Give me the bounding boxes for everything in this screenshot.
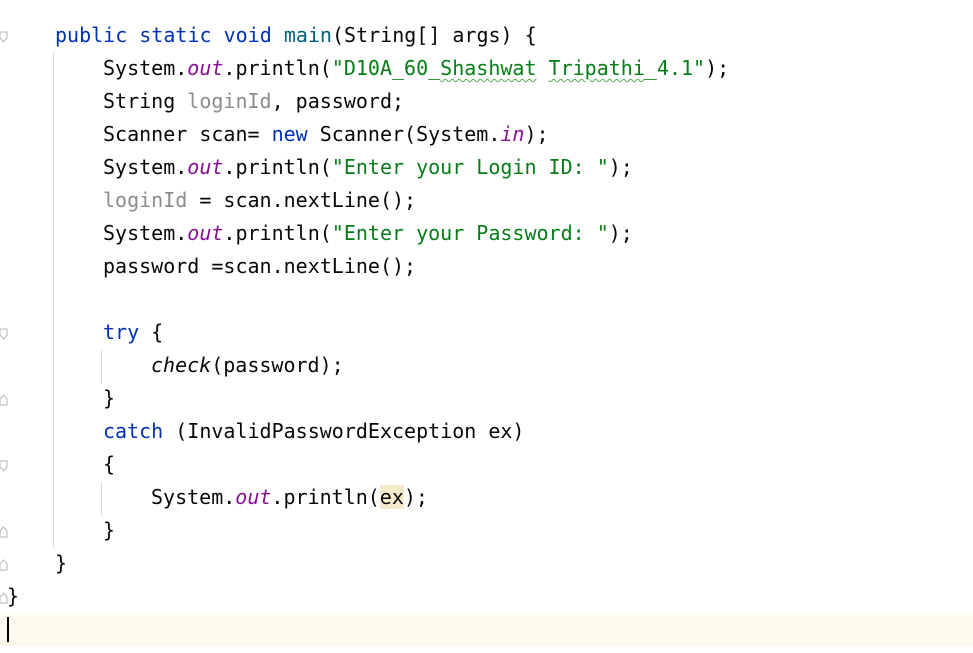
code-token: Scanner(System.	[307, 122, 501, 146]
code-line[interactable]: catch (InvalidPasswordException ex)	[103, 415, 524, 448]
keyword-token: static	[139, 23, 212, 47]
indent-guide	[101, 482, 102, 516]
unused-variable-token: loginId	[187, 89, 272, 113]
code-line[interactable]: }	[103, 514, 115, 547]
code-line[interactable]: public static void main(String[] args) {	[55, 19, 537, 52]
code-token: .println(	[223, 155, 332, 179]
code-token: );	[608, 155, 633, 179]
code-token: }	[55, 551, 68, 575]
code-token: (InvalidPasswordException ex)	[163, 419, 525, 443]
static-field-token: out	[187, 221, 224, 245]
string-token: "D10A_60_	[331, 56, 441, 80]
code-line[interactable]: System.out.println(ex);	[151, 481, 428, 514]
string-token: "Enter your Password: "	[331, 221, 609, 245]
fold-open-icon[interactable]	[0, 328, 8, 340]
code-token: );	[705, 56, 730, 80]
code-editor[interactable]: public static void main(String[] args) {…	[0, 0, 973, 653]
code-token: );	[608, 221, 633, 245]
static-field-token: out	[235, 485, 272, 509]
fold-open-icon[interactable]	[0, 31, 8, 43]
code-token: password =scan.nextLine();	[103, 254, 417, 278]
code-token: System.	[103, 221, 188, 245]
keyword-token: new	[271, 122, 308, 146]
keyword-token: public	[55, 23, 128, 47]
keyword-token: void	[223, 23, 272, 47]
string-token: _4.1"	[644, 56, 706, 80]
code-token: (String[] args) {	[331, 23, 537, 47]
code-line[interactable]: password =scan.nextLine();	[103, 250, 416, 283]
code-line[interactable]: System.out.println("Enter your Password:…	[103, 217, 633, 250]
code-token: );	[403, 485, 428, 509]
string-token: "Enter your Login ID: "	[331, 155, 609, 179]
code-line[interactable]: }	[103, 382, 115, 415]
code-token: (password);	[211, 353, 344, 377]
static-method-call-token: check	[151, 353, 212, 377]
code-token: );	[524, 122, 549, 146]
code-token: System.	[151, 485, 236, 509]
code-token: System.	[103, 155, 188, 179]
keyword-token: try	[103, 320, 140, 344]
code-token: Scanner scan=	[103, 122, 272, 146]
method-name-token: main	[283, 23, 332, 47]
code-token: , password;	[271, 89, 405, 113]
code-token: {	[103, 452, 116, 476]
code-token: .println(	[223, 221, 332, 245]
code-line[interactable]: loginId = scan.nextLine();	[103, 184, 416, 217]
code-token: .println(	[223, 56, 332, 80]
code-line[interactable]: {	[103, 448, 115, 481]
highlighted-usage-token: ex	[379, 485, 404, 509]
typo-string-token: Shashwat	[440, 56, 537, 80]
code-line[interactable]: System.out.println("Enter your Login ID:…	[103, 151, 633, 184]
indent-guide	[53, 53, 54, 547]
code-line[interactable]: try {	[103, 316, 163, 349]
fold-close-icon[interactable]	[0, 526, 8, 538]
static-field-token: out	[187, 56, 224, 80]
fold-close-icon[interactable]	[0, 394, 8, 406]
fold-open-icon[interactable]	[0, 460, 8, 472]
code-token: String	[103, 89, 188, 113]
code-line[interactable]: Scanner scan= new Scanner(System.in);	[103, 118, 549, 151]
fold-close-icon[interactable]	[0, 559, 8, 571]
typo-string-token: Tripathi	[548, 56, 645, 80]
indent-guide	[101, 350, 102, 384]
keyword-token: catch	[103, 419, 164, 443]
current-line-highlight	[0, 613, 973, 646]
code-token: .println(	[271, 485, 380, 509]
code-token: }	[103, 386, 116, 410]
code-line[interactable]: check(password);	[151, 349, 344, 382]
code-token: {	[139, 320, 164, 344]
static-field-token: in	[500, 122, 525, 146]
code-token: }	[103, 518, 116, 542]
code-token: = scan.nextLine();	[187, 188, 417, 212]
static-field-token: out	[187, 155, 224, 179]
code-line[interactable]: String loginId, password;	[103, 85, 404, 118]
code-line[interactable]: }	[7, 580, 19, 613]
code-line[interactable]: }	[55, 547, 67, 580]
code-line[interactable]: System.out.println("D10A_60_Shashwat Tri…	[103, 52, 729, 85]
unused-variable-token: loginId	[103, 188, 188, 212]
text-caret	[7, 617, 9, 642]
code-token: System.	[103, 56, 188, 80]
code-token: }	[7, 584, 20, 608]
